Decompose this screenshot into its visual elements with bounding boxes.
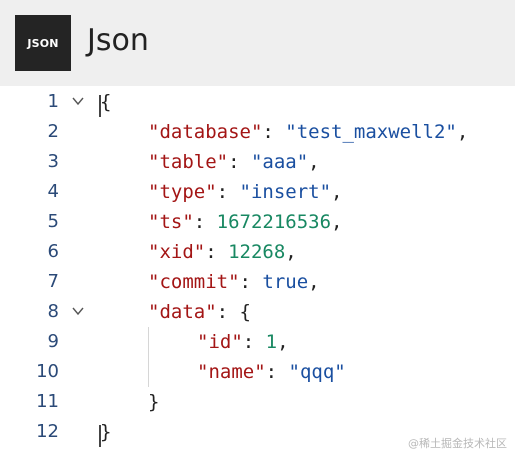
line-number: 5 (47, 211, 59, 232)
colon: : (216, 181, 240, 203)
json-string-value: "insert" (239, 181, 332, 203)
line-number: 1 (47, 91, 59, 112)
comma: , (331, 211, 343, 233)
code-line-7: 7 "commit": true, (0, 267, 515, 297)
line-number: 7 (47, 271, 59, 292)
json-number-value: 12268 (228, 241, 286, 263)
json-key: "database" (148, 121, 263, 143)
code-line-9: 9 "id": 1, (0, 327, 515, 357)
colon: : (193, 211, 217, 233)
code-text: "ts": 1672216536, (148, 207, 343, 237)
json-key: "data" (148, 301, 217, 323)
code-line-11: 11 } (0, 387, 515, 417)
json-key: "type" (148, 181, 217, 203)
line-number: 4 (47, 181, 59, 202)
line-number: 6 (47, 241, 59, 262)
code-line-6: 6 "xid": 12268, (0, 237, 515, 267)
comma: , (331, 181, 343, 203)
colon: : (216, 301, 240, 323)
line-number: 10 (36, 361, 59, 382)
code-text: "name": "qqq" (197, 357, 346, 387)
comma: , (277, 331, 289, 353)
code-line-5: 5 "ts": 1672216536, (0, 207, 515, 237)
app-title: Json (87, 23, 149, 58)
open-brace: { (100, 91, 112, 113)
colon: : (228, 151, 251, 173)
colon: : (262, 121, 286, 143)
line-number: 11 (36, 391, 59, 412)
chevron-down-icon[interactable] (72, 305, 84, 317)
comma: , (308, 271, 320, 293)
comma: , (456, 121, 469, 143)
line-number: 9 (47, 331, 59, 352)
json-number-value: 1 (265, 331, 278, 353)
code-text: "commit": true, (148, 267, 320, 297)
code-text: } (148, 387, 159, 417)
code-line-10: 10 "name": "qqq" (0, 357, 515, 387)
code-text: { (100, 87, 111, 117)
line-number: 8 (47, 301, 59, 322)
json-key: "table" (148, 151, 229, 173)
json-number-value: 1672216536 (216, 211, 332, 233)
colon: : (205, 241, 229, 263)
line-number: 3 (47, 151, 59, 172)
code-text: "database": "test_maxwell2", (148, 117, 468, 147)
close-brace: } (100, 421, 112, 443)
json-key: "xid" (148, 241, 206, 263)
watermark: @稀土掘金技术社区 (408, 437, 507, 450)
code-line-8: 8 "data": { (0, 297, 515, 327)
line-number: 12 (36, 421, 59, 442)
colon: : (239, 271, 263, 293)
json-logo: JSON (15, 15, 71, 71)
code-editor[interactable]: 1 { 2 "database": "test_maxwell2", 3 "ta… (0, 87, 515, 461)
code-line-3: 3 "table": "aaa", (0, 147, 515, 177)
code-line-4: 4 "type": "insert", (0, 177, 515, 207)
json-string-value: "qqq" (288, 361, 346, 383)
code-text: } (100, 417, 111, 447)
comma: , (285, 241, 297, 263)
colon: : (265, 361, 289, 383)
code-text: "xid": 12268, (148, 237, 297, 267)
code-line-1: 1 { (0, 87, 515, 117)
open-brace: { (239, 301, 251, 323)
close-brace: } (148, 391, 160, 413)
chevron-down-icon[interactable] (72, 95, 84, 107)
comma: , (308, 151, 320, 173)
colon: : (242, 331, 266, 353)
json-string-value: "aaa" (250, 151, 309, 173)
code-text: "data": { (148, 297, 251, 327)
code-text: "id": 1, (197, 327, 289, 357)
code-text: "type": "insert", (148, 177, 343, 207)
line-number: 2 (47, 121, 59, 142)
json-key: "name" (197, 361, 266, 383)
json-key: "id" (197, 331, 243, 353)
json-boolean-value: true (262, 271, 309, 293)
code-line-2: 2 "database": "test_maxwell2", (0, 117, 515, 147)
app-header: JSON Json (0, 0, 515, 86)
json-string-value: "test_maxwell2" (285, 121, 457, 143)
json-key: "commit" (148, 271, 240, 293)
json-key: "ts" (148, 211, 194, 233)
code-text: "table": "aaa", (148, 147, 320, 177)
